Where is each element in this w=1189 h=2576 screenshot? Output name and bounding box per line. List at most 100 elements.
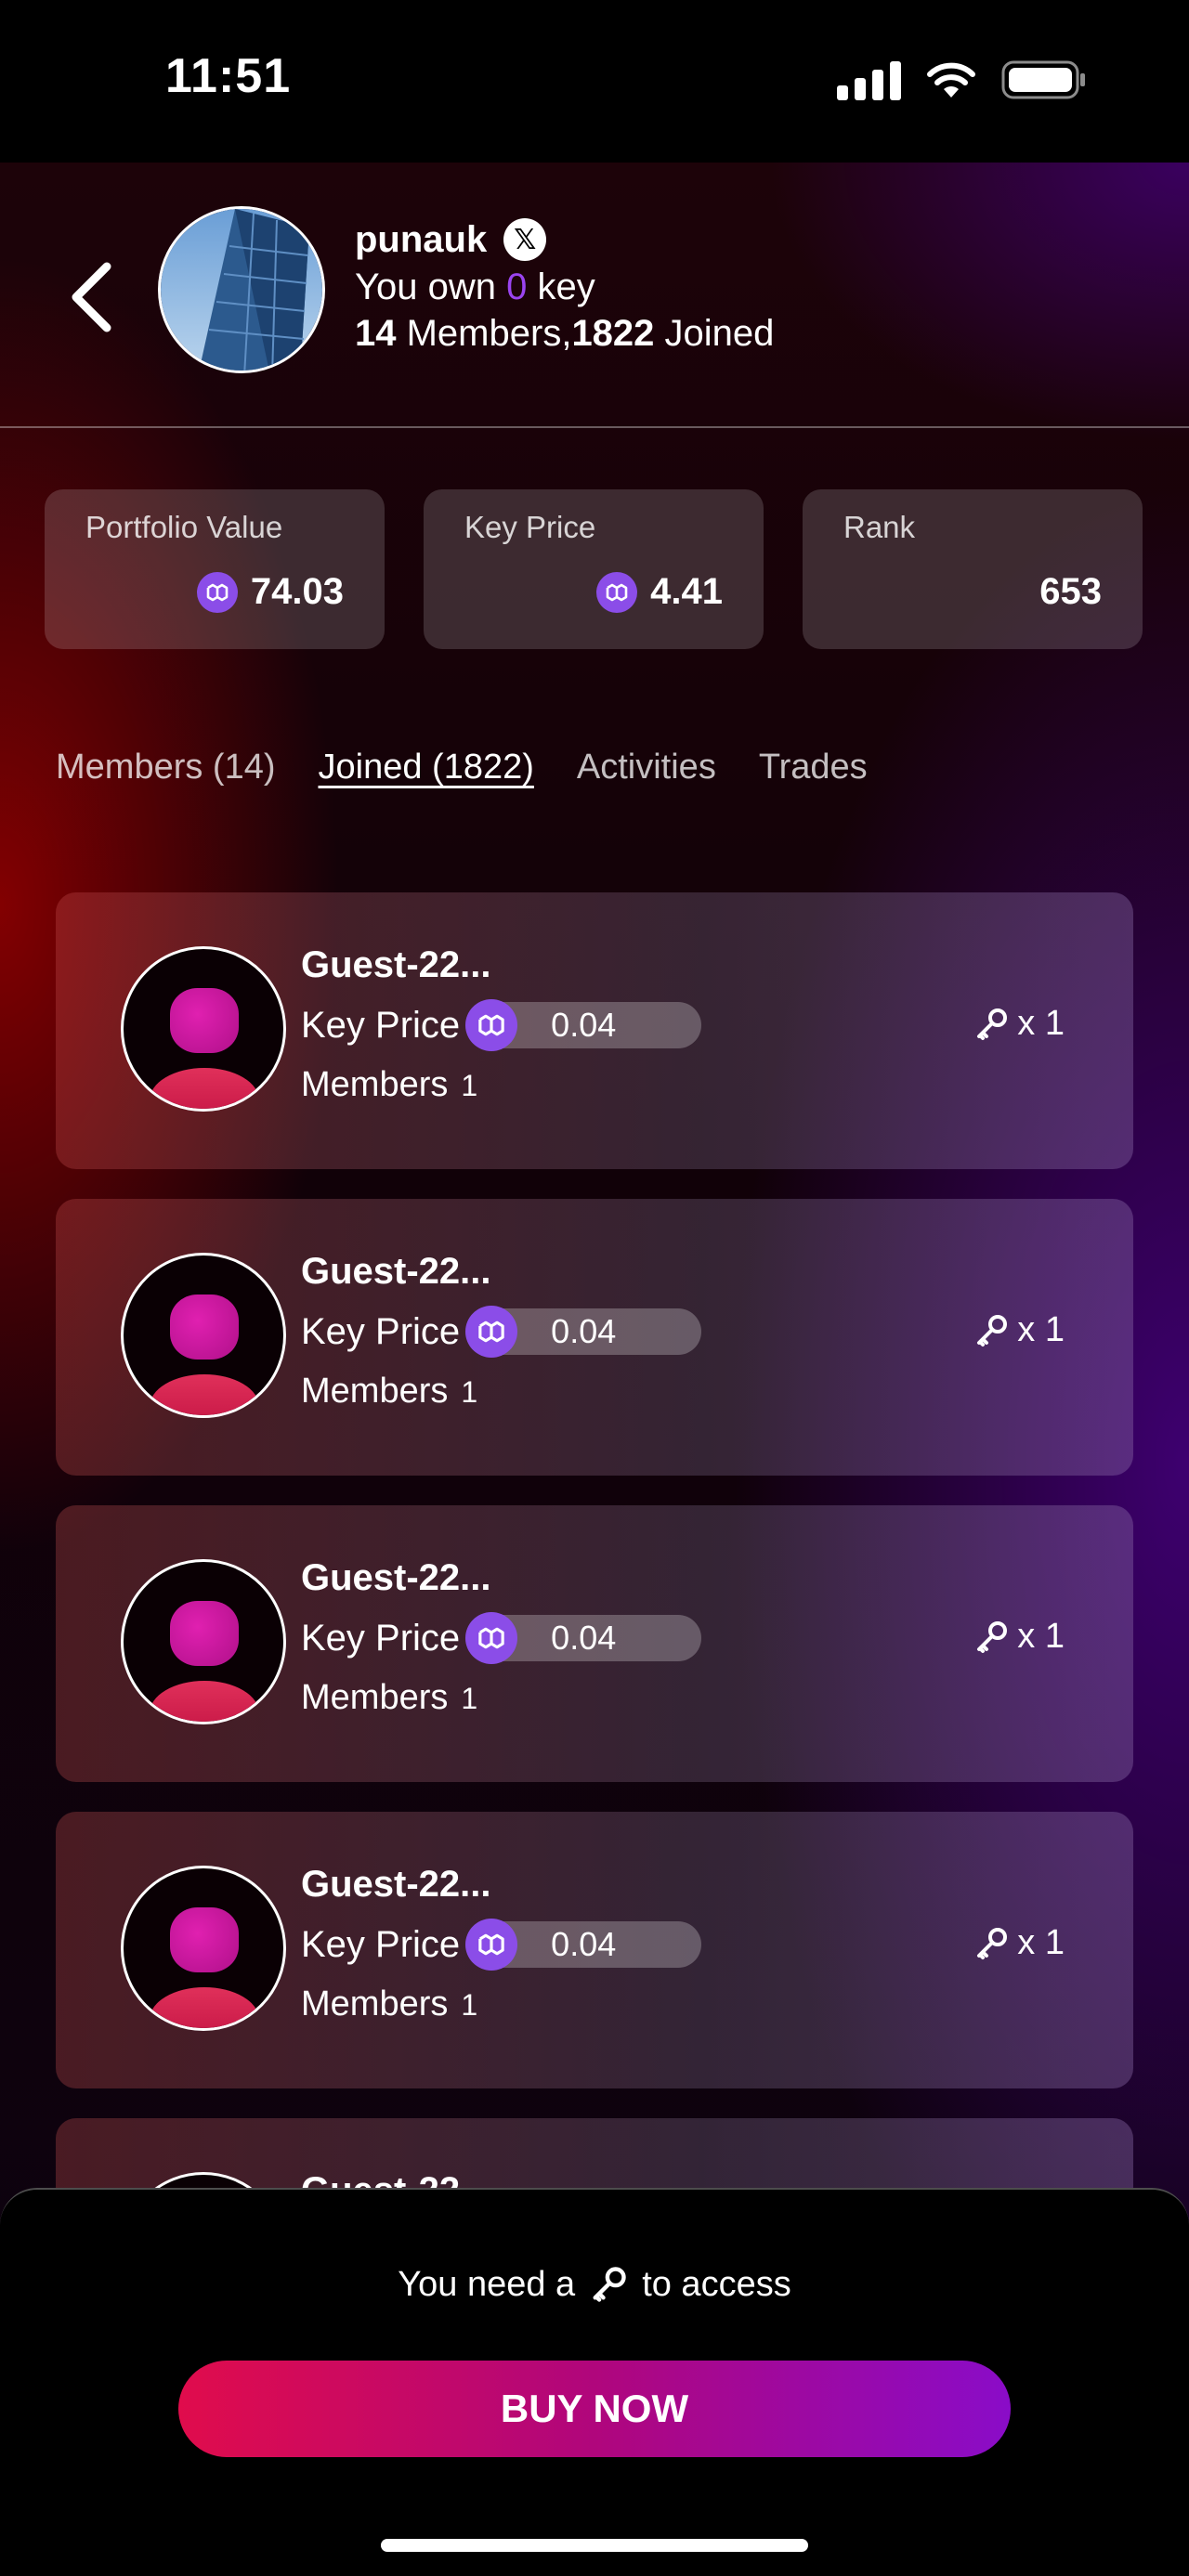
- key-price-label: Key Price: [301, 1923, 461, 1965]
- avatar-body: [150, 1068, 259, 1109]
- card-label: Key Price: [464, 510, 596, 544]
- guest-name: Guest-22...: [301, 1864, 491, 1905]
- members-row: Members 1: [301, 1984, 477, 2024]
- joined-count: 1822: [571, 313, 655, 354]
- members-count: 1: [461, 1375, 478, 1409]
- need-prefix: You need a: [398, 2264, 576, 2304]
- list-item[interactable]: Guest-22... Key Price 0.04 Members 1 x 1: [56, 892, 1133, 1169]
- stat-cards: Portfolio Value 74.03 Key Price 4.41 Ran…: [45, 489, 1143, 649]
- key-price-card: Key Price 4.41: [424, 489, 764, 649]
- key-price-row: Key Price 0.04: [301, 999, 702, 1051]
- key-count: x 1: [973, 1617, 1065, 1657]
- card-label: Portfolio Value: [85, 510, 283, 544]
- key-price-pill: 0.04: [465, 1306, 702, 1358]
- own-count: 0: [506, 267, 528, 307]
- buy-now-button[interactable]: BUY NOW: [178, 2361, 1011, 2457]
- own-suffix: key: [527, 267, 595, 307]
- members-label: Members: [301, 1065, 449, 1104]
- status-icons: [837, 59, 1087, 100]
- polygon-matic-icon: [196, 571, 238, 613]
- members-label: Members: [301, 1984, 449, 2023]
- status-time: 11:51: [165, 49, 292, 103]
- name-row: punauk 𝕏: [355, 218, 547, 261]
- key-count-value: x 1: [1017, 1923, 1065, 1962]
- rank-value: 653: [1039, 571, 1102, 612]
- members-row: Members 1: [301, 1065, 477, 1105]
- rank-card: Rank 653: [803, 489, 1143, 649]
- list-item[interactable]: Guest-22... Key Price 0.04 Members 1 x 1: [56, 1505, 1133, 1782]
- cellular-signal-icon: [837, 59, 901, 100]
- tab-members[interactable]: Members (14): [56, 748, 276, 787]
- members-row: Members 1: [301, 1678, 477, 1718]
- list-item[interactable]: Guest-22... Key Price 0.04 Members 1 x 1: [56, 1199, 1133, 1476]
- key-price-label: Key Price: [301, 1617, 461, 1659]
- key-icon: [977, 1620, 1008, 1653]
- key-price-value: 0.04: [551, 1312, 617, 1350]
- key-price-label: Key Price: [301, 1310, 461, 1352]
- key-count-value: x 1: [1017, 1310, 1065, 1349]
- tab-trades[interactable]: Trades: [759, 748, 868, 787]
- key-count: x 1: [973, 1923, 1065, 1963]
- battery-icon: [1001, 60, 1085, 99]
- guest-avatar: [121, 1559, 286, 1724]
- key-price-row: Key Price 0.04: [301, 1306, 702, 1358]
- guest-name: Guest-22...: [301, 944, 491, 985]
- key-ownership: You own 0 key: [355, 267, 595, 308]
- joined-label: Joined: [654, 313, 775, 354]
- profile-header: punauk 𝕏 You own 0 key 14 Members,1822 J…: [0, 163, 1189, 428]
- home-indicator: [381, 2539, 808, 2552]
- tab-bar: Members (14) Joined (1822) Activities Tr…: [56, 748, 868, 787]
- wifi-icon: [927, 62, 975, 98]
- key-count: x 1: [973, 1004, 1065, 1044]
- key-price-pill: 0.04: [465, 1612, 702, 1664]
- own-prefix: You own: [355, 267, 507, 307]
- member-stats: 14 Members,1822 Joined: [355, 313, 774, 355]
- members-label: Members,: [396, 313, 572, 354]
- key-price-pill: 0.04: [465, 1919, 702, 1971]
- avatar-body: [150, 1987, 259, 2028]
- polygon-matic-icon: [465, 1612, 518, 1664]
- members-row: Members 1: [301, 1372, 477, 1412]
- guest-avatar: [121, 1253, 286, 1418]
- key-icon: [593, 2267, 626, 2302]
- card-value: 653: [1039, 571, 1102, 613]
- tab-activities[interactable]: Activities: [577, 748, 716, 787]
- profile-avatar: [158, 206, 325, 373]
- avatar-body: [150, 1681, 259, 1722]
- members-label: Members: [301, 1372, 449, 1411]
- polygon-matic-icon: [465, 999, 518, 1051]
- key-icon: [977, 1314, 1008, 1347]
- x-social-icon[interactable]: 𝕏: [503, 218, 547, 261]
- back-chevron-icon[interactable]: [65, 255, 121, 339]
- key-price-value: 0.04: [551, 1925, 617, 1963]
- key-price-value: 4.41: [650, 571, 723, 612]
- key-price-pill: 0.04: [465, 999, 702, 1051]
- guest-name: Guest-22...: [301, 1251, 491, 1292]
- avatar-head: [170, 1295, 239, 1360]
- card-value: 4.41: [596, 571, 723, 613]
- key-icon: [977, 1927, 1008, 1959]
- access-message: You need a to access: [0, 2264, 1189, 2305]
- avatar-head: [170, 1907, 239, 1972]
- key-price-row: Key Price 0.04: [301, 1612, 702, 1664]
- portfolio-value-card: Portfolio Value 74.03: [45, 489, 385, 649]
- key-price-value: 0.04: [551, 1619, 617, 1657]
- list-item[interactable]: Guest-22... Key Price 0.04 Members 1 x 1: [56, 1812, 1133, 2088]
- guest-name: Guest-22...: [301, 1557, 491, 1598]
- guest-avatar: [121, 946, 286, 1112]
- username: punauk: [355, 218, 488, 260]
- key-count-value: x 1: [1017, 1004, 1065, 1043]
- guest-avatar: [121, 1866, 286, 2031]
- polygon-matic-icon: [465, 1306, 518, 1358]
- avatar-head: [170, 988, 239, 1053]
- avatar-body: [150, 1374, 259, 1415]
- key-price-value: 0.04: [551, 1006, 617, 1044]
- tab-joined[interactable]: Joined (1822): [319, 748, 534, 787]
- avatar-head: [170, 1601, 239, 1666]
- polygon-matic-icon: [596, 571, 638, 613]
- status-bar: 11:51: [0, 0, 1189, 163]
- card-value: 74.03: [196, 571, 344, 613]
- members-count: 1: [461, 1682, 478, 1715]
- access-sheet: You need a to access BUY NOW: [0, 2188, 1189, 2576]
- portfolio-value: 74.03: [250, 571, 344, 612]
